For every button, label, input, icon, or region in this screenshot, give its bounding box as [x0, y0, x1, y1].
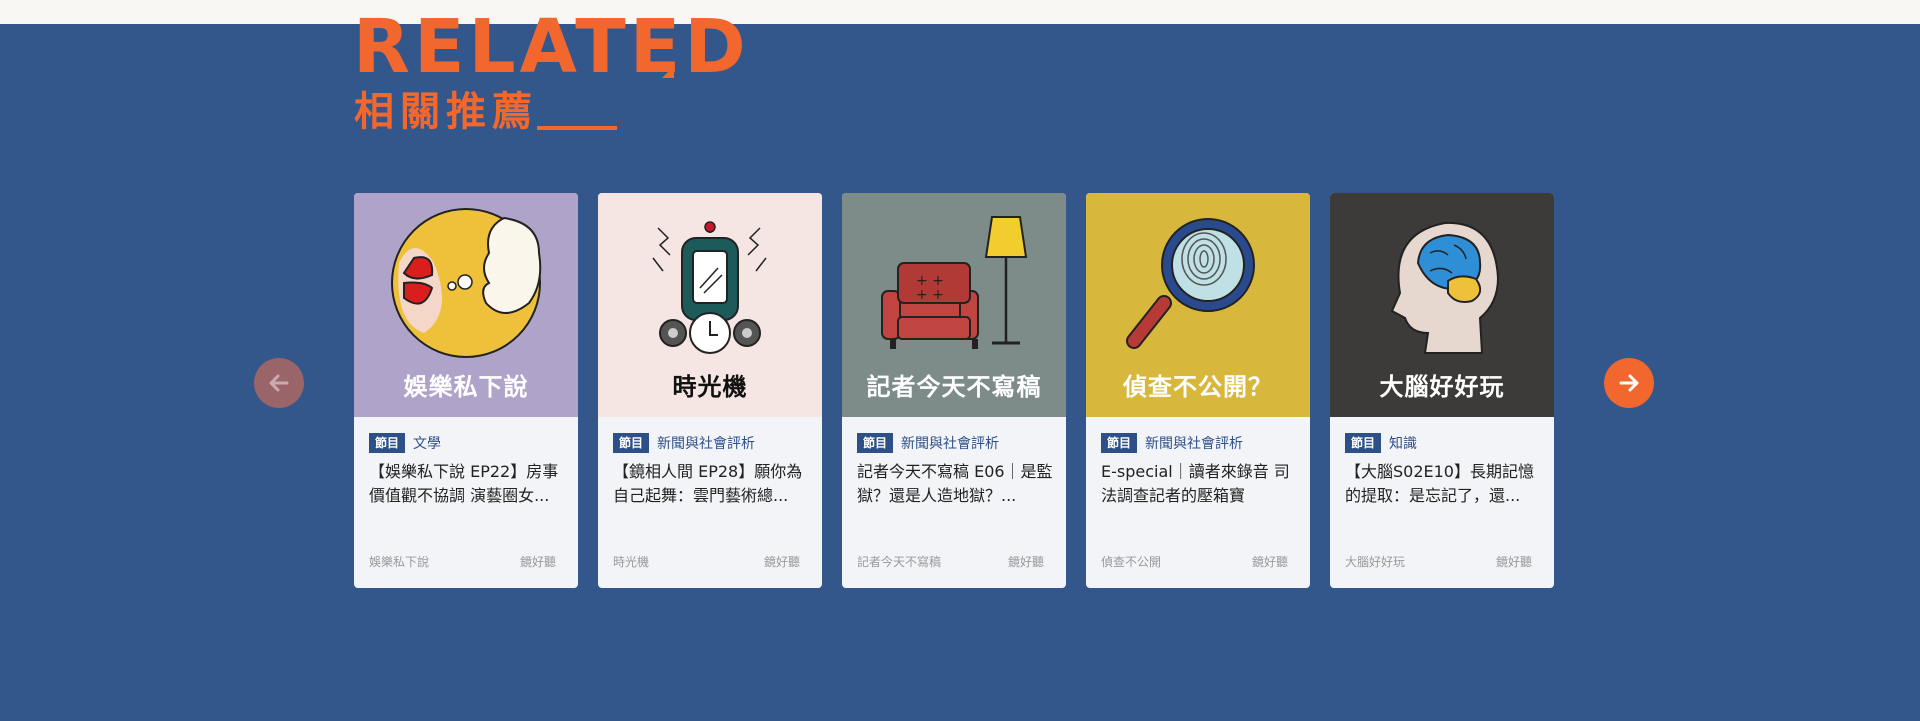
svg-text:+ +: + +	[916, 287, 944, 303]
card-thumb-title: 時光機	[672, 373, 748, 401]
card-meta: 節目 新聞與社會評析	[1101, 433, 1243, 453]
card-category[interactable]: 新聞與社會評析	[657, 433, 755, 453]
card-title[interactable]: 【娛樂私下說 EP22】房事價值觀不協調 演藝圈女...	[369, 460, 565, 508]
card-category[interactable]: 文學	[413, 433, 441, 453]
card-tag: 節目	[613, 433, 650, 453]
card-program: 偵查不公開	[1101, 555, 1162, 569]
card-meta: 節目 文學	[369, 433, 441, 453]
top-strip	[0, 0, 1920, 24]
card-program: 記者今天不寫稿	[857, 555, 942, 569]
card-category[interactable]: 新聞與社會評析	[901, 433, 999, 453]
card-source: 鏡好聽	[763, 555, 800, 569]
card-thumbnail[interactable]: 娛樂私下說	[354, 193, 578, 417]
card-program: 大腦好好玩	[1345, 555, 1406, 569]
card-category[interactable]: 知識	[1389, 433, 1417, 453]
section-heading-zh: 相關推薦	[354, 89, 538, 135]
carousel-prev-button[interactable]	[254, 358, 304, 408]
card-time-machine[interactable]: 時光機 節目 新聞與社會評析 【鏡相人間 EP28】願你為自己起舞：雲門藝術總.…	[598, 193, 822, 588]
card-title[interactable]: 【鏡相人間 EP28】願你為自己起舞：雲門藝術總...	[613, 460, 809, 508]
card-title[interactable]: 【大腦S02E10】長期記憶的提取：是忘記了，還...	[1345, 460, 1541, 508]
card-tag: 節目	[857, 433, 894, 453]
heading-accent-triangle	[662, 66, 674, 78]
card-meta: 節目 新聞與社會評析	[857, 433, 999, 453]
card-tag: 節目	[1101, 433, 1138, 453]
arrow-right-icon	[1619, 374, 1639, 392]
card-source: 鏡好聽	[1007, 555, 1044, 569]
card-thumbnail[interactable]: 時光機	[598, 193, 822, 417]
card-meta: 節目 新聞與社會評析	[613, 433, 755, 453]
card-meta: 節目 知識	[1345, 433, 1417, 453]
card-tag: 節目	[369, 433, 406, 453]
card-category[interactable]: 新聞與社會評析	[1145, 433, 1243, 453]
card-source: 鏡好聽	[1495, 555, 1532, 569]
card-thumb-title: 記者今天不寫稿	[866, 373, 1042, 401]
section-heading-en: RELATED	[353, 4, 750, 90]
card-title[interactable]: E-special｜讀者來錄音 司法調查記者的壓箱寶	[1101, 460, 1297, 508]
card-reporter-off-duty[interactable]: + + + + 記者今天不寫稿 節目 新聞與社會評析 記者今天不寫稿 E06｜是…	[842, 193, 1066, 588]
card-program: 時光機	[613, 555, 650, 569]
heading-underline	[537, 126, 617, 130]
card-entertainment-whisper[interactable]: 娛樂私下說 節目 文學 【娛樂私下說 EP22】房事價值觀不協調 演藝圈女...…	[354, 193, 578, 588]
card-thumb-title: 大腦好好玩	[1379, 373, 1505, 401]
card-thumbnail[interactable]: 偵查不公開？	[1086, 193, 1310, 417]
card-brain-fun[interactable]: 大腦好好玩 節目 知識 【大腦S02E10】長期記憶的提取：是忘記了，還... …	[1330, 193, 1554, 588]
card-source: 鏡好聽	[519, 555, 556, 569]
arrow-left-icon	[269, 374, 289, 392]
card-thumb-title: 偵查不公開？	[1123, 373, 1273, 401]
carousel-next-button[interactable]	[1604, 358, 1654, 408]
card-thumbnail[interactable]: + + + + 記者今天不寫稿	[842, 193, 1066, 417]
card-source: 鏡好聽	[1251, 555, 1288, 569]
card-thumb-title: 娛樂私下說	[403, 373, 529, 401]
card-thumbnail[interactable]: 大腦好好玩	[1330, 193, 1554, 417]
card-program: 娛樂私下說	[369, 555, 430, 569]
card-investigation-not-public[interactable]: 偵查不公開？ 節目 新聞與社會評析 E-special｜讀者來錄音 司法調查記者…	[1086, 193, 1310, 588]
card-tag: 節目	[1345, 433, 1382, 453]
card-title[interactable]: 記者今天不寫稿 E06｜是監獄？還是人造地獄？...	[857, 460, 1053, 508]
